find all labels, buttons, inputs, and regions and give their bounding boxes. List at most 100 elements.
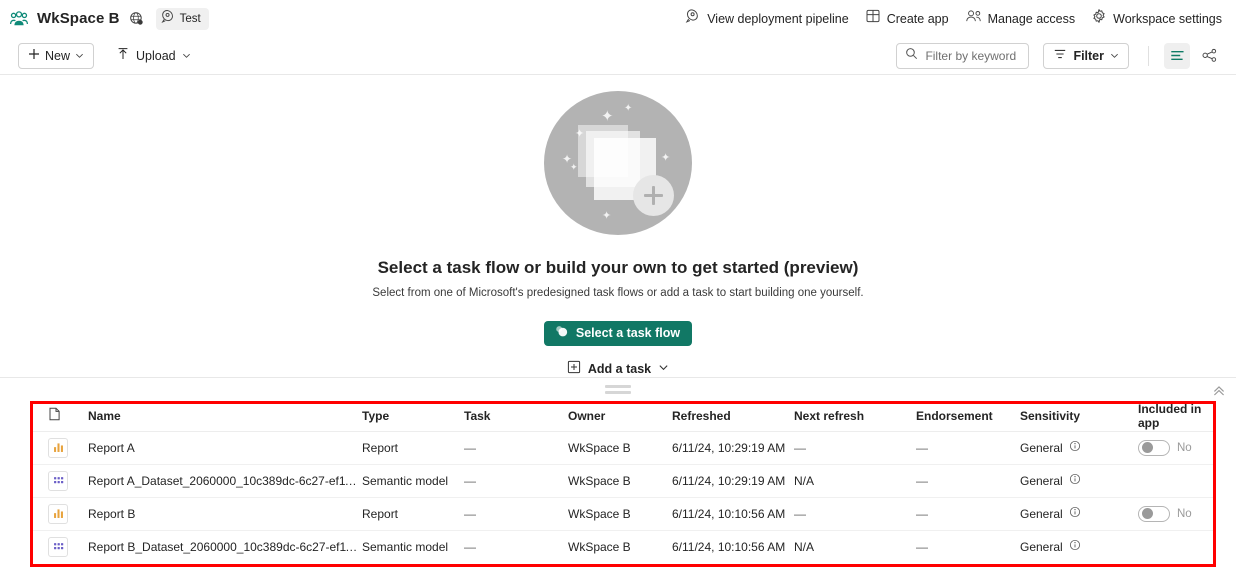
- search-input[interactable]: [925, 48, 1021, 63]
- semantic-model-icon: [48, 536, 68, 557]
- row-type-icon-cell: [30, 497, 70, 531]
- row-type-cell: Report: [362, 431, 464, 465]
- add-a-task-button[interactable]: Add a task: [567, 360, 669, 377]
- deployment-stage-badge[interactable]: Test: [155, 7, 209, 30]
- included-in-app-toggle[interactable]: [1138, 505, 1170, 522]
- list-view-icon[interactable]: [1164, 42, 1190, 69]
- row-next-refresh-cell: —: [794, 431, 916, 465]
- stacked-cards-add-illustration: ✦ ✦ ✦ ✦ ✦ ✦ ✦: [544, 91, 692, 235]
- sensitivity-label: General: [1020, 440, 1063, 455]
- upload-button-label: Upload: [136, 48, 176, 63]
- select-task-flow-button[interactable]: Select a task flow: [543, 320, 693, 346]
- workspace-identity: WkSpace B: [8, 8, 146, 30]
- double-chevron-up-icon[interactable]: [1210, 382, 1228, 398]
- column-header-refreshed[interactable]: Refreshed: [672, 401, 794, 432]
- workspace-header: WkSpace B Test View deployment pipeline …: [0, 0, 1236, 37]
- row-included-in-app-cell: No: [1138, 497, 1216, 531]
- row-name-cell[interactable]: Report B: [70, 497, 362, 531]
- workspace-settings-button[interactable]: Workspace settings: [1091, 8, 1222, 29]
- row-next-refresh-cell: —: [794, 497, 916, 531]
- included-in-app-label: No: [1177, 507, 1192, 520]
- workspace-settings-label: Workspace settings: [1113, 11, 1222, 26]
- filter-icon: [1053, 47, 1067, 64]
- items-table-body: Report A Report — WkSpace B 6/11/24, 10:29:1…: [30, 431, 1216, 563]
- row-refreshed-cell: 6/11/24, 10:29:19 AM: [672, 431, 794, 465]
- column-header-name[interactable]: Name: [70, 401, 362, 432]
- filter-button[interactable]: Filter: [1043, 42, 1129, 69]
- info-icon[interactable]: [1069, 473, 1081, 488]
- panel-splitter[interactable]: [0, 377, 1236, 401]
- search-box[interactable]: [896, 42, 1030, 69]
- new-button[interactable]: New: [18, 42, 95, 69]
- deployment-pipeline-icon: [161, 9, 176, 29]
- row-endorsement-cell: —: [916, 539, 928, 554]
- row-type-cell: Semantic model: [362, 464, 464, 498]
- column-header-type[interactable]: Type: [362, 401, 464, 432]
- report-chart-icon: [48, 503, 68, 524]
- document-icon: [30, 407, 61, 424]
- filter-button-label: Filter: [1073, 48, 1104, 63]
- create-app-label: Create app: [886, 11, 949, 26]
- column-header-endorsement[interactable]: Endorsement: [916, 401, 1020, 432]
- row-name-cell[interactable]: Report B_Dataset_2060000_10c389dc-6c27-e…: [70, 530, 362, 563]
- column-header-included-in-app[interactable]: Included in app: [1138, 401, 1216, 432]
- table-row[interactable]: Report B Report — WkSpace B 6/11/24, 10:10:5…: [30, 497, 1216, 531]
- row-included-in-app-cell: [1138, 530, 1216, 563]
- empty-state-title: Select a task flow or build your own to …: [377, 257, 859, 277]
- row-type-icon-cell: [30, 464, 70, 498]
- row-included-in-app-cell: No: [1138, 431, 1216, 465]
- upload-button[interactable]: Upload: [108, 43, 199, 69]
- info-icon[interactable]: [1069, 440, 1081, 455]
- row-sensitivity-cell: General: [1020, 497, 1138, 531]
- create-app-button[interactable]: Create app: [865, 8, 949, 29]
- info-icon[interactable]: [1069, 506, 1081, 521]
- drag-handle-icon[interactable]: [605, 385, 631, 394]
- plus-box-icon: [567, 360, 581, 377]
- sensitivity-label: General: [1020, 539, 1063, 554]
- task-flow-empty-state: ✦ ✦ ✦ ✦ ✦ ✦ ✦ Select a task flow or buil…: [0, 75, 1236, 377]
- row-refreshed-cell: 6/11/24, 10:10:56 AM: [672, 497, 794, 531]
- column-header-icon[interactable]: [30, 401, 70, 432]
- manage-access-button[interactable]: Manage access: [965, 8, 1076, 29]
- command-bar: New Upload Filter by keyword Filter: [0, 37, 1236, 75]
- row-name-cell[interactable]: Report A_Dataset_2060000_10c389dc-6c27-e…: [70, 464, 362, 498]
- row-type-icon-cell: [30, 431, 70, 465]
- row-type-cell: Report: [362, 497, 464, 531]
- view-deployment-pipeline-label: View deployment pipeline: [707, 11, 849, 26]
- row-refreshed-cell: 6/11/24, 10:10:56 AM: [672, 539, 786, 554]
- sensitivity-label: General: [1020, 506, 1063, 521]
- header-actions: View deployment pipeline Create app Mana…: [685, 8, 1226, 29]
- sensitivity-label: General: [1020, 473, 1063, 488]
- row-endorsement-cell: —: [916, 464, 1020, 498]
- row-sensitivity-cell: General: [1020, 431, 1138, 465]
- new-button-label: New: [45, 48, 71, 63]
- lineage-view-icon[interactable]: [1196, 43, 1222, 69]
- row-endorsement-cell: —: [916, 431, 1020, 465]
- column-header-task[interactable]: Task: [464, 401, 568, 432]
- gear-icon: [1091, 8, 1107, 29]
- row-owner-cell: WkSpace B: [568, 464, 672, 498]
- included-in-app-toggle[interactable]: [1138, 439, 1170, 456]
- row-name-cell[interactable]: Report A: [70, 431, 362, 465]
- manage-access-label: Manage access: [987, 11, 1076, 26]
- column-header-sensitivity[interactable]: Sensitivity: [1020, 401, 1138, 432]
- table-row[interactable]: Report A Report — WkSpace B 6/11/24, 10:29:1…: [30, 431, 1216, 465]
- table-row[interactable]: Report B_Dataset_2060000_10c389dc-6c27-e…: [30, 530, 1216, 563]
- column-header-next-refresh[interactable]: Next refresh: [794, 401, 916, 432]
- row-task-cell: —: [464, 539, 476, 554]
- add-badge-icon: [633, 174, 674, 216]
- row-next-refresh-cell: N/A: [794, 464, 916, 498]
- table-row[interactable]: Report A_Dataset_2060000_10c389dc-6c27-e…: [30, 464, 1216, 498]
- task-flow-icon: [554, 324, 569, 342]
- report-chart-icon: [48, 437, 68, 458]
- search-icon: [905, 47, 918, 65]
- plus-icon: [28, 48, 40, 63]
- row-owner-cell: WkSpace B: [568, 497, 672, 531]
- info-icon[interactable]: [1069, 539, 1081, 554]
- view-deployment-pipeline-button[interactable]: View deployment pipeline: [685, 8, 849, 29]
- row-endorsement-cell: —: [916, 497, 1020, 531]
- column-header-owner[interactable]: Owner: [568, 401, 672, 432]
- row-task-cell: —: [464, 497, 568, 531]
- empty-state-subtitle: Select from one of Microsoft's predesign…: [372, 286, 864, 299]
- chevron-down-icon: [658, 362, 669, 376]
